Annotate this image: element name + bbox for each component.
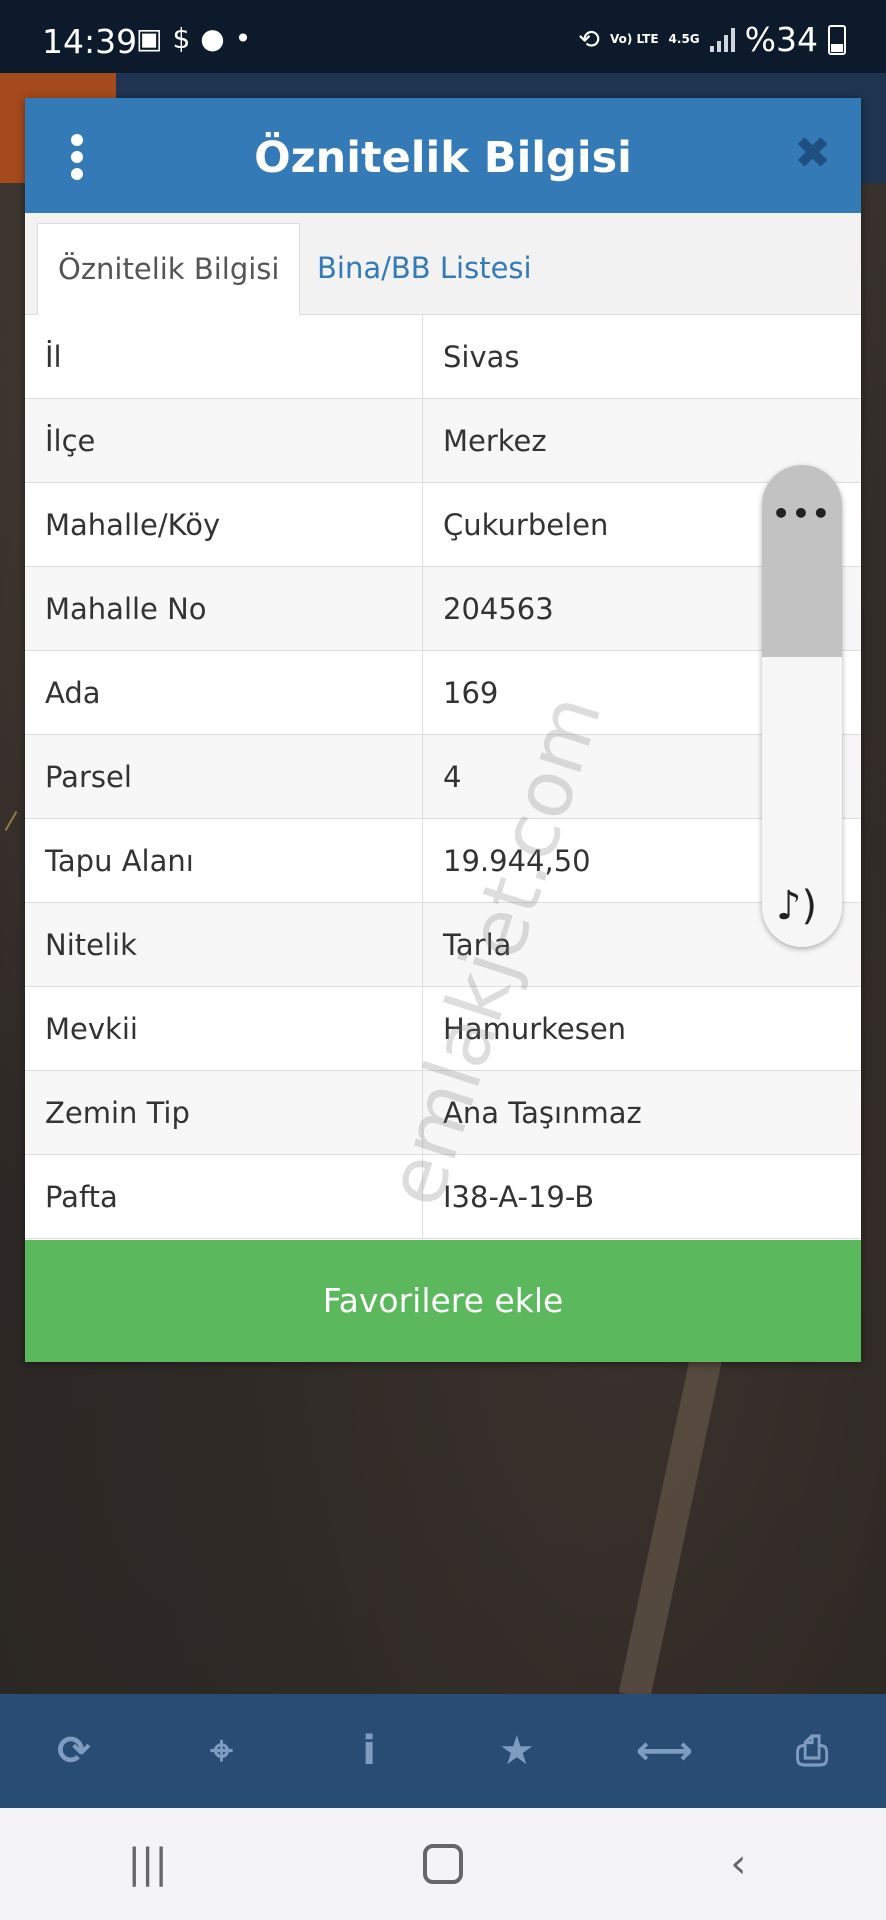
row-value: Hamurkesen bbox=[422, 986, 861, 1071]
network-indicator: 4.5G bbox=[668, 32, 700, 46]
dialog-title: Öznitelik Bilgisi bbox=[254, 133, 632, 183]
row-key: Zemin Tip bbox=[25, 1070, 423, 1155]
floating-side-panel[interactable]: ••• ♪) bbox=[762, 465, 842, 947]
attribute-table: İl Sivas İlçe Merkez Mahalle/Köy Çukurbelen… bbox=[25, 315, 861, 1239]
row-key: Nitelik bbox=[25, 902, 423, 987]
table-row: Zemin Tip Ana Taşınmaz bbox=[25, 1070, 861, 1155]
tab-bar: Öznitelik Bilgisi Bina/BB Listesi bbox=[25, 213, 861, 315]
recent-apps-icon[interactable]: ||| bbox=[98, 1841, 198, 1887]
table-row: Pafta I38-A-19-B bbox=[25, 1154, 861, 1239]
row-key: Ada bbox=[25, 650, 423, 735]
more-dots-icon[interactable]: ••• bbox=[762, 497, 842, 530]
table-row: Parsel 4 bbox=[25, 734, 861, 819]
row-value: Sivas bbox=[422, 315, 861, 399]
notification-icons: ▣$●• bbox=[136, 22, 261, 55]
row-key: İl bbox=[25, 315, 423, 399]
home-icon bbox=[422, 1844, 463, 1884]
tab-attribute-info[interactable]: Öznitelik Bilgisi bbox=[37, 223, 301, 315]
table-row: Mahalle/Köy Çukurbelen bbox=[25, 482, 861, 567]
table-row: Nitelik Tarla bbox=[25, 902, 861, 987]
row-key: Parsel bbox=[25, 734, 423, 819]
row-value: Ana Taşınmaz bbox=[422, 1070, 861, 1155]
dot-icon: • bbox=[234, 22, 262, 55]
close-icon[interactable]: ✖ bbox=[794, 128, 831, 179]
table-row: Mevkii Hamurkesen bbox=[25, 986, 861, 1071]
row-key: İlçe bbox=[25, 398, 423, 483]
row-key: Tapu Alanı bbox=[25, 818, 423, 903]
print-icon[interactable]: ⎙ bbox=[782, 1721, 842, 1781]
row-key: Mahalle/Köy bbox=[25, 482, 423, 567]
sound-assistant-icon[interactable]: ♪) bbox=[776, 883, 817, 929]
attribute-dialog: Öznitelik Bilgisi ✖ Öznitelik Bilgisi Bi… bbox=[25, 98, 861, 1362]
android-nav-bar: ||| ‹ bbox=[0, 1808, 886, 1920]
table-row: İl Sivas bbox=[25, 315, 861, 399]
status-right: ⟲ Vo) LTE 4.5G %34 bbox=[578, 20, 846, 59]
side-panel-handle[interactable] bbox=[762, 465, 842, 657]
battery-icon bbox=[828, 24, 846, 55]
chat-icon: ● bbox=[200, 22, 235, 55]
dialog-header: Öznitelik Bilgisi ✖ bbox=[25, 98, 861, 213]
star-icon[interactable]: ★ bbox=[487, 1721, 547, 1781]
battery-text: %34 bbox=[744, 20, 818, 59]
refresh-icon[interactable]: ⟳ bbox=[44, 1721, 104, 1781]
row-value: I38-A-19-B bbox=[422, 1154, 861, 1239]
signal-icon bbox=[709, 27, 735, 52]
map-toolbar-bottom: ⟳ ⌖ i ★ ⟷ ⎙ bbox=[0, 1694, 886, 1808]
status-bar: 14:39 ▣$●• ⟲ Vo) LTE 4.5G %34 bbox=[0, 0, 886, 73]
dollar-icon: $ bbox=[172, 22, 201, 55]
volte-indicator: Vo) LTE bbox=[609, 32, 659, 46]
measure-icon[interactable]: ⟷ bbox=[634, 1721, 694, 1781]
home-button[interactable] bbox=[393, 1844, 493, 1884]
table-row: Mahalle No 204563 bbox=[25, 566, 861, 651]
tab-building-list[interactable]: Bina/BB Listesi bbox=[297, 223, 552, 314]
gallery-icon: ▣ bbox=[136, 22, 173, 55]
table-row: Tapu Alanı 19.944,50 bbox=[25, 818, 861, 903]
crosshair-icon[interactable]: ⌖ bbox=[191, 1721, 251, 1781]
row-key: Pafta bbox=[25, 1154, 423, 1239]
info-icon[interactable]: i bbox=[339, 1721, 399, 1781]
table-row: İlçe Merkez bbox=[25, 398, 861, 483]
back-icon[interactable]: ‹ bbox=[688, 1841, 788, 1887]
status-time: 14:39 bbox=[42, 22, 138, 61]
row-key: Mahalle No bbox=[25, 566, 423, 651]
table-row: Ada 169 bbox=[25, 650, 861, 735]
sync-icon: ⟲ bbox=[578, 24, 600, 55]
add-to-favorites-button[interactable]: Favorilere ekle bbox=[25, 1240, 861, 1362]
row-key: Mevkii bbox=[25, 986, 423, 1071]
